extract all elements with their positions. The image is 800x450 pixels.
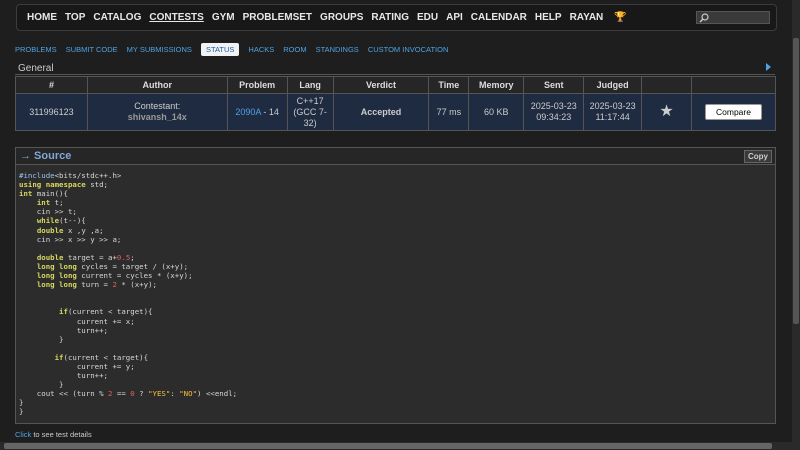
vertical-scrollbar[interactable] <box>792 0 800 450</box>
author-cell: Contestant: shivansh_14x <box>86 93 228 131</box>
subnav-hacks[interactable]: HACKS <box>248 45 274 54</box>
header-time: Time <box>428 76 470 94</box>
star-icon[interactable]: ★ <box>659 103 673 120</box>
judged-cell: 2025-03-23 11:17:44 <box>583 93 643 131</box>
author-name[interactable]: shivansh_14x <box>88 112 227 123</box>
author-label: Contestant: <box>134 101 181 111</box>
trophy-icon: 🏆 <box>614 12 627 23</box>
subnav-custom-invocation[interactable]: CUSTOM INVOCATION <box>368 45 449 54</box>
submission-table: # Author Problem Lang Verdict Time Memor… <box>15 76 777 131</box>
divider <box>15 74 775 75</box>
header-memory: Memory <box>468 76 525 94</box>
footer-text: to see test details <box>31 430 92 439</box>
scrollbar-thumb[interactable] <box>793 38 799 324</box>
subnav-my-submissions[interactable]: MY SUBMISSIONS <box>127 45 192 54</box>
subnav-standings[interactable]: STANDINGS <box>316 45 359 54</box>
header-problem: Problem <box>226 76 288 94</box>
nav-user[interactable]: RAYAN 🏆 <box>570 12 635 23</box>
table-row: 311996123 Contestant: shivansh_14x 2090A… <box>15 93 777 131</box>
header-verdict: Verdict <box>332 76 430 94</box>
contest-subnav: PROBLEMS SUBMIT CODE MY SUBMISSIONS STAT… <box>15 43 457 56</box>
sent-cell: 2025-03-23 09:34:23 <box>523 93 585 131</box>
copy-button[interactable]: Copy <box>744 150 772 163</box>
nav-gym[interactable]: GYM <box>212 12 235 23</box>
horizontal-scrollbar[interactable] <box>0 442 792 450</box>
subnav-room[interactable]: ROOM <box>283 45 306 54</box>
nav-rating[interactable]: RATING <box>371 12 409 23</box>
header-compare <box>690 76 777 94</box>
lang-cell: C++17 (GCC 7-32) <box>286 93 334 131</box>
nav-help[interactable]: HELP <box>535 12 562 23</box>
subnav-problems[interactable]: PROBLEMS <box>15 45 57 54</box>
table-header-row: # Author Problem Lang Verdict Time Memor… <box>15 76 777 94</box>
submission-id[interactable]: 311996123 <box>15 93 88 131</box>
problem-cell: 2090A - 14 <box>226 93 288 131</box>
problem-suffix: - 14 <box>260 106 279 117</box>
time-cell: 77 ms <box>428 93 470 131</box>
nav-groups[interactable]: GROUPS <box>320 12 363 23</box>
general-title: General <box>18 63 54 74</box>
search-icon <box>699 13 709 23</box>
source-title: → Source <box>20 150 72 162</box>
top-nav-items: HOME TOP CATALOG CONTESTS GYM PROBLEMSET… <box>27 12 643 23</box>
nav-catalog[interactable]: CATALOG <box>93 12 141 23</box>
nav-problemset[interactable]: PROBLEMSET <box>243 12 312 23</box>
verdict-cell: Accepted <box>332 93 430 131</box>
top-nav: HOME TOP CATALOG CONTESTS GYM PROBLEMSET… <box>16 4 777 31</box>
user-name: RAYAN <box>569 12 604 23</box>
expand-arrow-icon[interactable] <box>766 63 771 71</box>
header-lang: Lang <box>286 76 334 94</box>
nav-contests[interactable]: CONTESTS <box>149 12 203 23</box>
nav-home[interactable]: HOME <box>27 12 57 23</box>
scrollbar-thumb[interactable] <box>4 443 772 449</box>
header-favourite <box>641 76 692 94</box>
test-details-link[interactable]: Click <box>15 430 31 439</box>
header-id: # <box>15 76 88 94</box>
memory-cell: 60 KB <box>468 93 525 131</box>
nav-edu[interactable]: EDU <box>417 12 438 23</box>
favourite-cell: ★ <box>641 93 692 131</box>
source-header: → Source Copy <box>16 148 775 165</box>
compare-button[interactable]: Compare <box>705 104 762 120</box>
compare-cell: Compare <box>690 93 777 131</box>
source-code[interactable]: #include<bits/stdc++.h> using namespace … <box>19 171 237 417</box>
subnav-status[interactable]: STATUS <box>200 43 240 56</box>
nav-top[interactable]: TOP <box>65 12 85 23</box>
header-author: Author <box>86 76 228 94</box>
header-judged: Judged <box>583 76 643 94</box>
nav-api[interactable]: API <box>446 12 463 23</box>
footer: Click to see test details <box>15 430 92 439</box>
header-sent: Sent <box>523 76 585 94</box>
problem-link[interactable]: 2090A <box>235 107 261 117</box>
nav-calendar[interactable]: CALENDAR <box>471 12 527 23</box>
subnav-submit-code[interactable]: SUBMIT CODE <box>66 45 118 54</box>
search-input[interactable] <box>696 11 770 24</box>
source-panel: → Source Copy #include<bits/stdc++.h> us… <box>15 147 776 424</box>
